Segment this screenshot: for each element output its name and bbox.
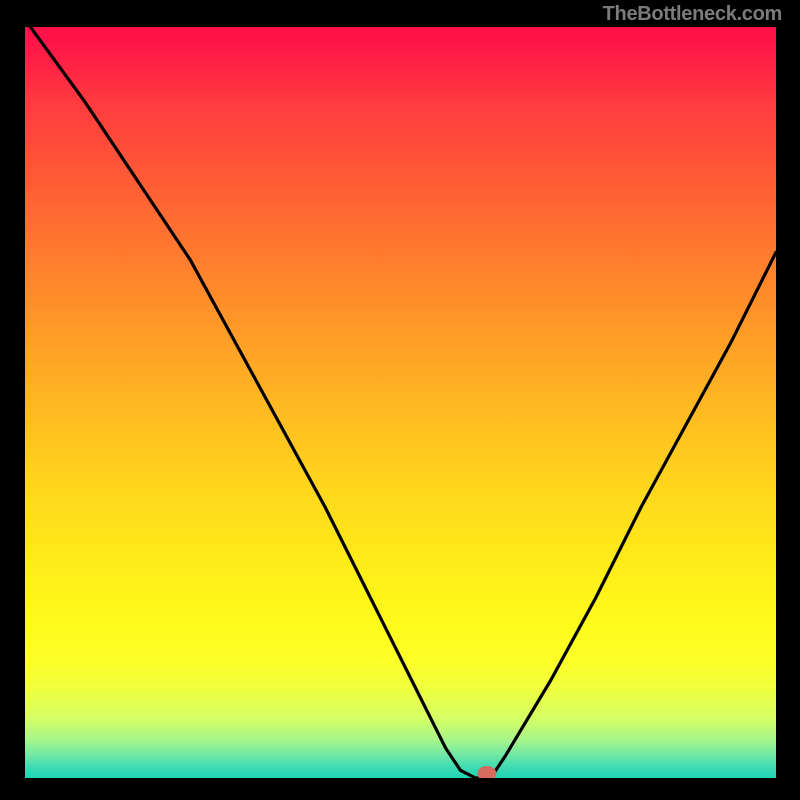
curve-svg <box>25 27 776 778</box>
chart-frame: TheBottleneck.com <box>0 0 800 800</box>
attribution-text: TheBottleneck.com <box>603 3 782 26</box>
plot-area <box>25 27 776 778</box>
bottleneck-curve-path <box>25 27 776 778</box>
bottleneck-marker <box>477 766 496 778</box>
